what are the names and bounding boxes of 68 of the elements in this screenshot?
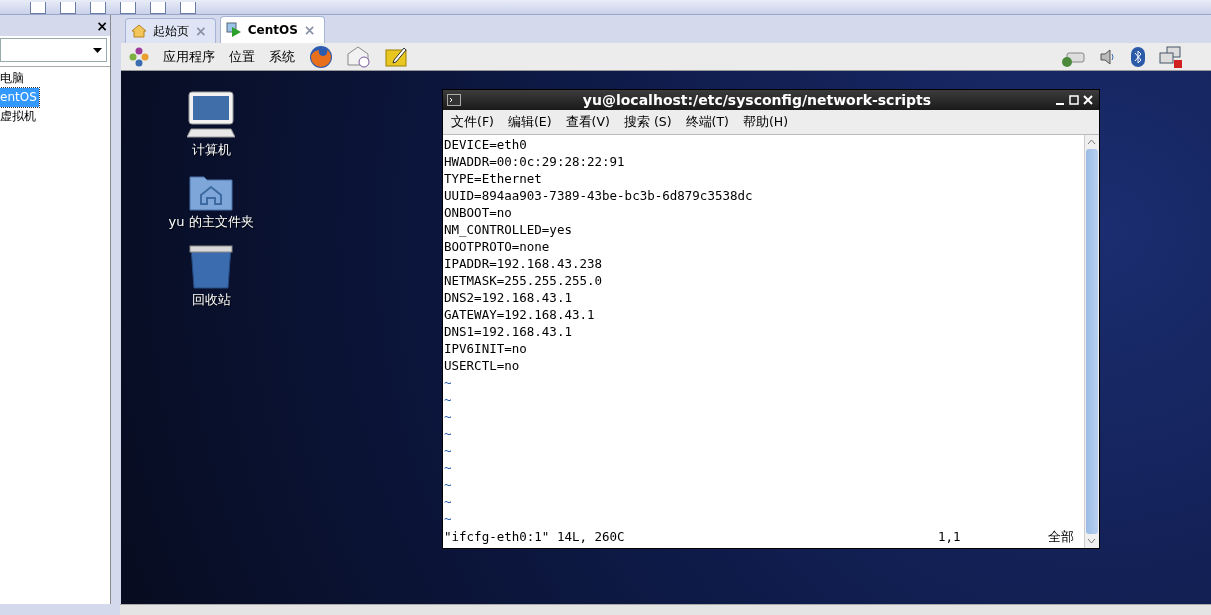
desktop-icon[interactable]: yu 的主文件夹 bbox=[168, 173, 254, 231]
mail-clock-icon[interactable] bbox=[347, 45, 371, 68]
tree-item[interactable]: 电脑 bbox=[0, 69, 26, 88]
file-line: DNS2=192.168.43.1 bbox=[444, 289, 573, 306]
panel-menu[interactable]: 应用程序 bbox=[163, 47, 215, 66]
scrollbar[interactable] bbox=[120, 604, 1211, 615]
file-line: USERCTL=no bbox=[444, 357, 521, 374]
file-line: BOOTPROTO=none bbox=[444, 238, 551, 255]
notepad-icon[interactable] bbox=[385, 46, 407, 67]
file-line: IPV6INIT=no bbox=[444, 340, 528, 357]
trash-icon bbox=[189, 245, 233, 289]
empty-line-marker: ~ bbox=[444, 425, 453, 442]
cursor-position: 1,1 bbox=[938, 528, 962, 545]
tab[interactable]: 起始页 × bbox=[125, 18, 216, 43]
toolbar-icon[interactable] bbox=[180, 2, 196, 14]
toolbar-icon[interactable] bbox=[60, 2, 76, 14]
scroll-position: 全部 bbox=[1048, 528, 1074, 545]
house-icon bbox=[131, 23, 147, 39]
menu-item[interactable]: 文件(F) bbox=[451, 113, 494, 131]
file-line: GATEWAY=192.168.43.1 bbox=[444, 306, 596, 323]
empty-line-marker: ~ bbox=[444, 442, 453, 459]
empty-line-marker: ~ bbox=[444, 493, 453, 510]
tree-item[interactable]: 虚拟机 bbox=[0, 107, 38, 126]
file-line: DEVICE=eth0 bbox=[444, 136, 528, 153]
file-info: "ifcfg-eth0:1" 14L, 260C bbox=[444, 528, 625, 545]
empty-line-marker: ~ bbox=[444, 391, 453, 408]
toolbar-icon[interactable] bbox=[90, 2, 106, 14]
flower-logo-icon[interactable] bbox=[129, 46, 149, 67]
scrollbar[interactable] bbox=[1084, 135, 1099, 548]
panel-menu[interactable]: 位置 bbox=[229, 47, 255, 66]
menu-item[interactable]: 查看(V) bbox=[565, 113, 610, 131]
toolbar-icon[interactable] bbox=[120, 2, 136, 14]
caret-icon bbox=[93, 47, 102, 53]
window-title: yu@localhost:/etc/sysconfig/network-scripts bbox=[581, 92, 933, 108]
file-line: IPADDR=192.168.43.238 bbox=[444, 255, 604, 272]
toolbar-icon[interactable] bbox=[30, 2, 46, 14]
menu-item[interactable]: 搜索 (S) bbox=[623, 113, 672, 131]
maximize-icon[interactable] bbox=[1067, 94, 1081, 106]
computer-icon bbox=[187, 91, 235, 139]
empty-line-marker: ~ bbox=[444, 408, 453, 425]
play-icon bbox=[225, 22, 242, 38]
file-line: DNS1=192.168.43.1 bbox=[444, 323, 573, 340]
volume-icon[interactable] bbox=[1099, 47, 1117, 66]
toolbar-icon[interactable] bbox=[150, 2, 166, 14]
empty-line-marker: ~ bbox=[444, 459, 453, 476]
tab[interactable]: CentOS × bbox=[219, 16, 325, 43]
panel-menu[interactable]: 系统 bbox=[269, 47, 295, 66]
file-line: NETMASK=255.255.255.0 bbox=[444, 272, 604, 289]
desktop-icon[interactable]: 回收站 bbox=[189, 245, 233, 309]
terminal-icon bbox=[447, 94, 461, 106]
empty-line-marker: ~ bbox=[444, 510, 453, 527]
home-folder-icon bbox=[189, 173, 233, 211]
close-icon[interactable] bbox=[1081, 94, 1095, 106]
dropdown[interactable] bbox=[0, 38, 107, 62]
empty-line-marker: ~ bbox=[444, 374, 453, 391]
file-line: TYPE=Ethernet bbox=[444, 170, 543, 187]
file-line: UUID=894aa903-7389-43be-bc3b-6d879c3538dc bbox=[444, 187, 754, 204]
file-line: NM_CONTROLLED=yes bbox=[444, 221, 573, 238]
network-disconnected-icon[interactable] bbox=[1159, 45, 1183, 68]
menu-item[interactable]: 帮助(H) bbox=[743, 113, 789, 131]
desktop-icon[interactable]: 计算机 bbox=[187, 91, 235, 159]
empty-line-marker: ~ bbox=[444, 476, 453, 493]
menu-item[interactable]: 终端(T) bbox=[685, 113, 729, 131]
file-line: ONBOOT=no bbox=[444, 204, 513, 221]
bluetooth-icon[interactable] bbox=[1131, 46, 1145, 67]
menu-item[interactable]: 编辑(E) bbox=[507, 113, 552, 131]
file-line: HWADDR=00:0c:29:28:22:91 bbox=[444, 153, 626, 170]
close-button[interactable]: × bbox=[96, 17, 108, 34]
